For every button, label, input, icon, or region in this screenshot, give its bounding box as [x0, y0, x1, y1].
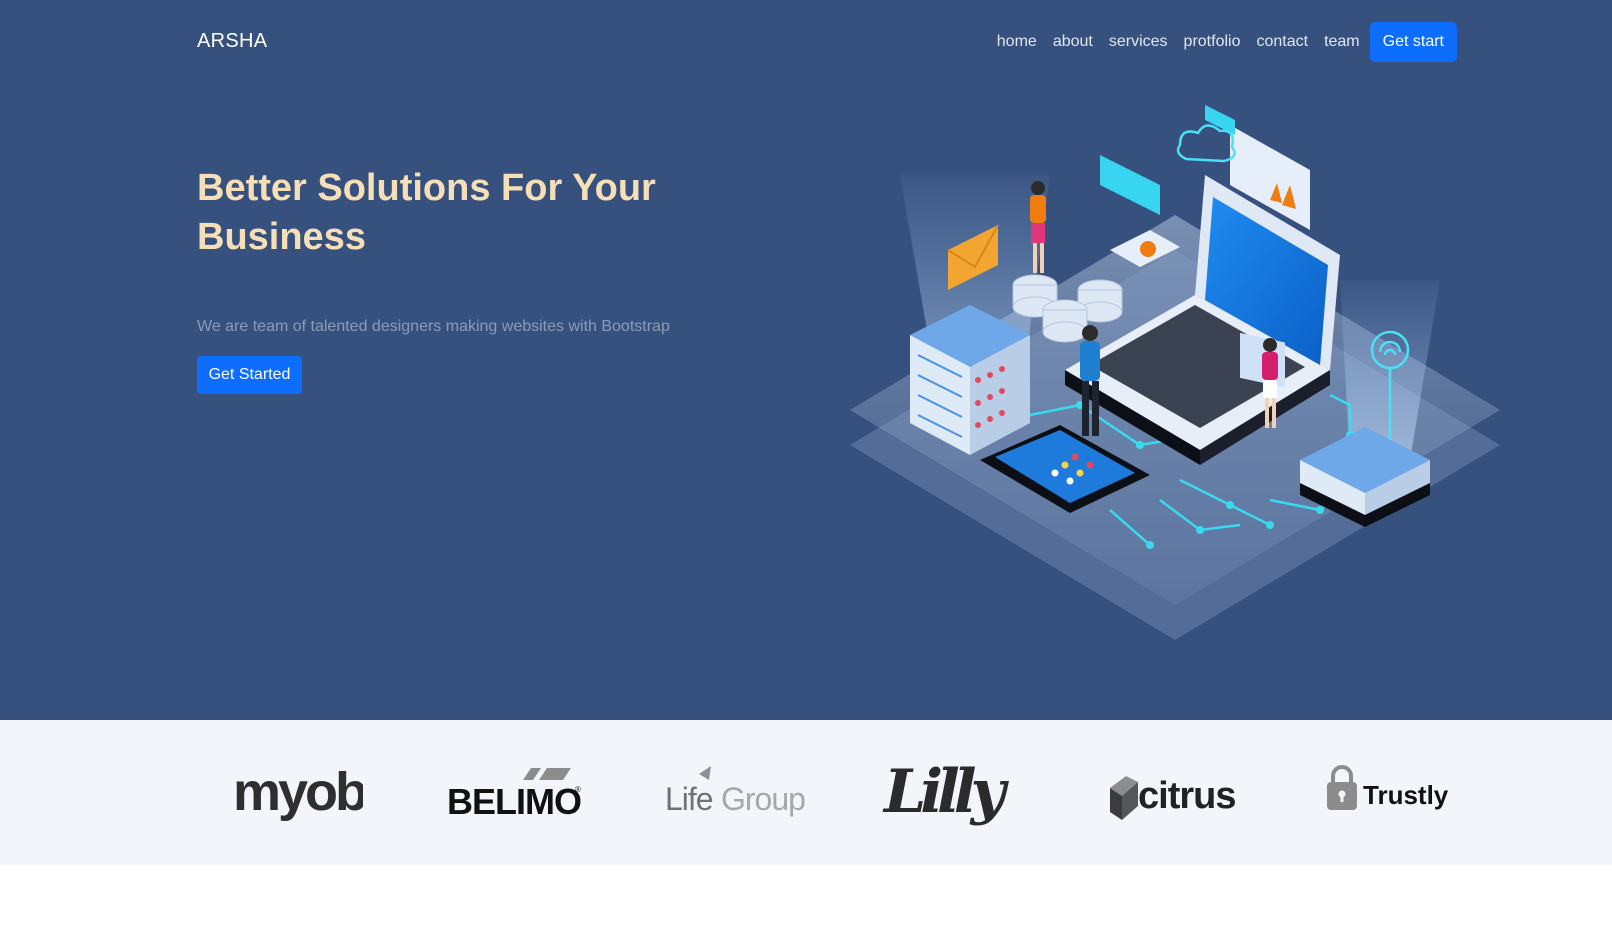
nav-link-contact[interactable]: contact [1256, 22, 1308, 62]
svg-text:®: ® [575, 785, 581, 794]
nav-link-team[interactable]: team [1324, 22, 1360, 62]
client-logo-lifegroups: Life Groups [665, 750, 805, 840]
navbar: ARSHA home about services protfolio cont… [0, 0, 1612, 84]
svg-text:myob: myob [233, 762, 363, 822]
hero-illustration [850, 105, 1500, 640]
svg-text:citrus: citrus [1138, 775, 1235, 817]
hero-title: Better Solutions For Your Business [197, 167, 656, 258]
nav-link-portfolio[interactable]: protfolio [1184, 22, 1241, 62]
hero-section: ARSHA home about services protfolio cont… [0, 0, 1612, 720]
citrus-logo: citrus [1110, 775, 1236, 820]
client-logo-belimo: BELIMO ® [445, 750, 585, 840]
nav-link-home[interactable]: home [997, 22, 1037, 62]
trustly-logo: Trustly [1327, 765, 1449, 810]
svg-text:Life: Life [665, 781, 713, 817]
nav-link-about[interactable]: about [1053, 22, 1093, 62]
get-started-button[interactable]: Get Started [197, 356, 302, 394]
svg-text:Lilly: Lilly [882, 757, 1010, 827]
clients-section: myob BELIMO ® Life Groups Lilly citrus [0, 720, 1612, 865]
brand-logo[interactable]: ARSHA [197, 30, 267, 53]
main-nav: home about services protfolio contact te… [981, 22, 1457, 62]
nav-link-services[interactable]: services [1109, 22, 1168, 62]
client-logo-trustly: Trustly [1325, 750, 1465, 840]
svg-text:Groups: Groups [721, 781, 805, 817]
svg-text:BELIMO: BELIMO [447, 781, 581, 822]
get-start-button[interactable]: Get start [1369, 22, 1457, 62]
client-logo-myob: myob [233, 750, 363, 840]
myob-logo: myob [233, 762, 363, 822]
svg-text:Trustly: Trustly [1363, 780, 1449, 810]
belimo-logo: BELIMO ® [447, 768, 582, 822]
lifegroups-logo: Life Groups [665, 766, 805, 817]
client-logo-citrus: citrus [1108, 750, 1243, 840]
lilly-logo: Lilly [882, 757, 1016, 827]
hero-subtitle: We are team of talented designers making… [197, 318, 670, 335]
client-logo-lilly: Lilly [880, 750, 1030, 840]
